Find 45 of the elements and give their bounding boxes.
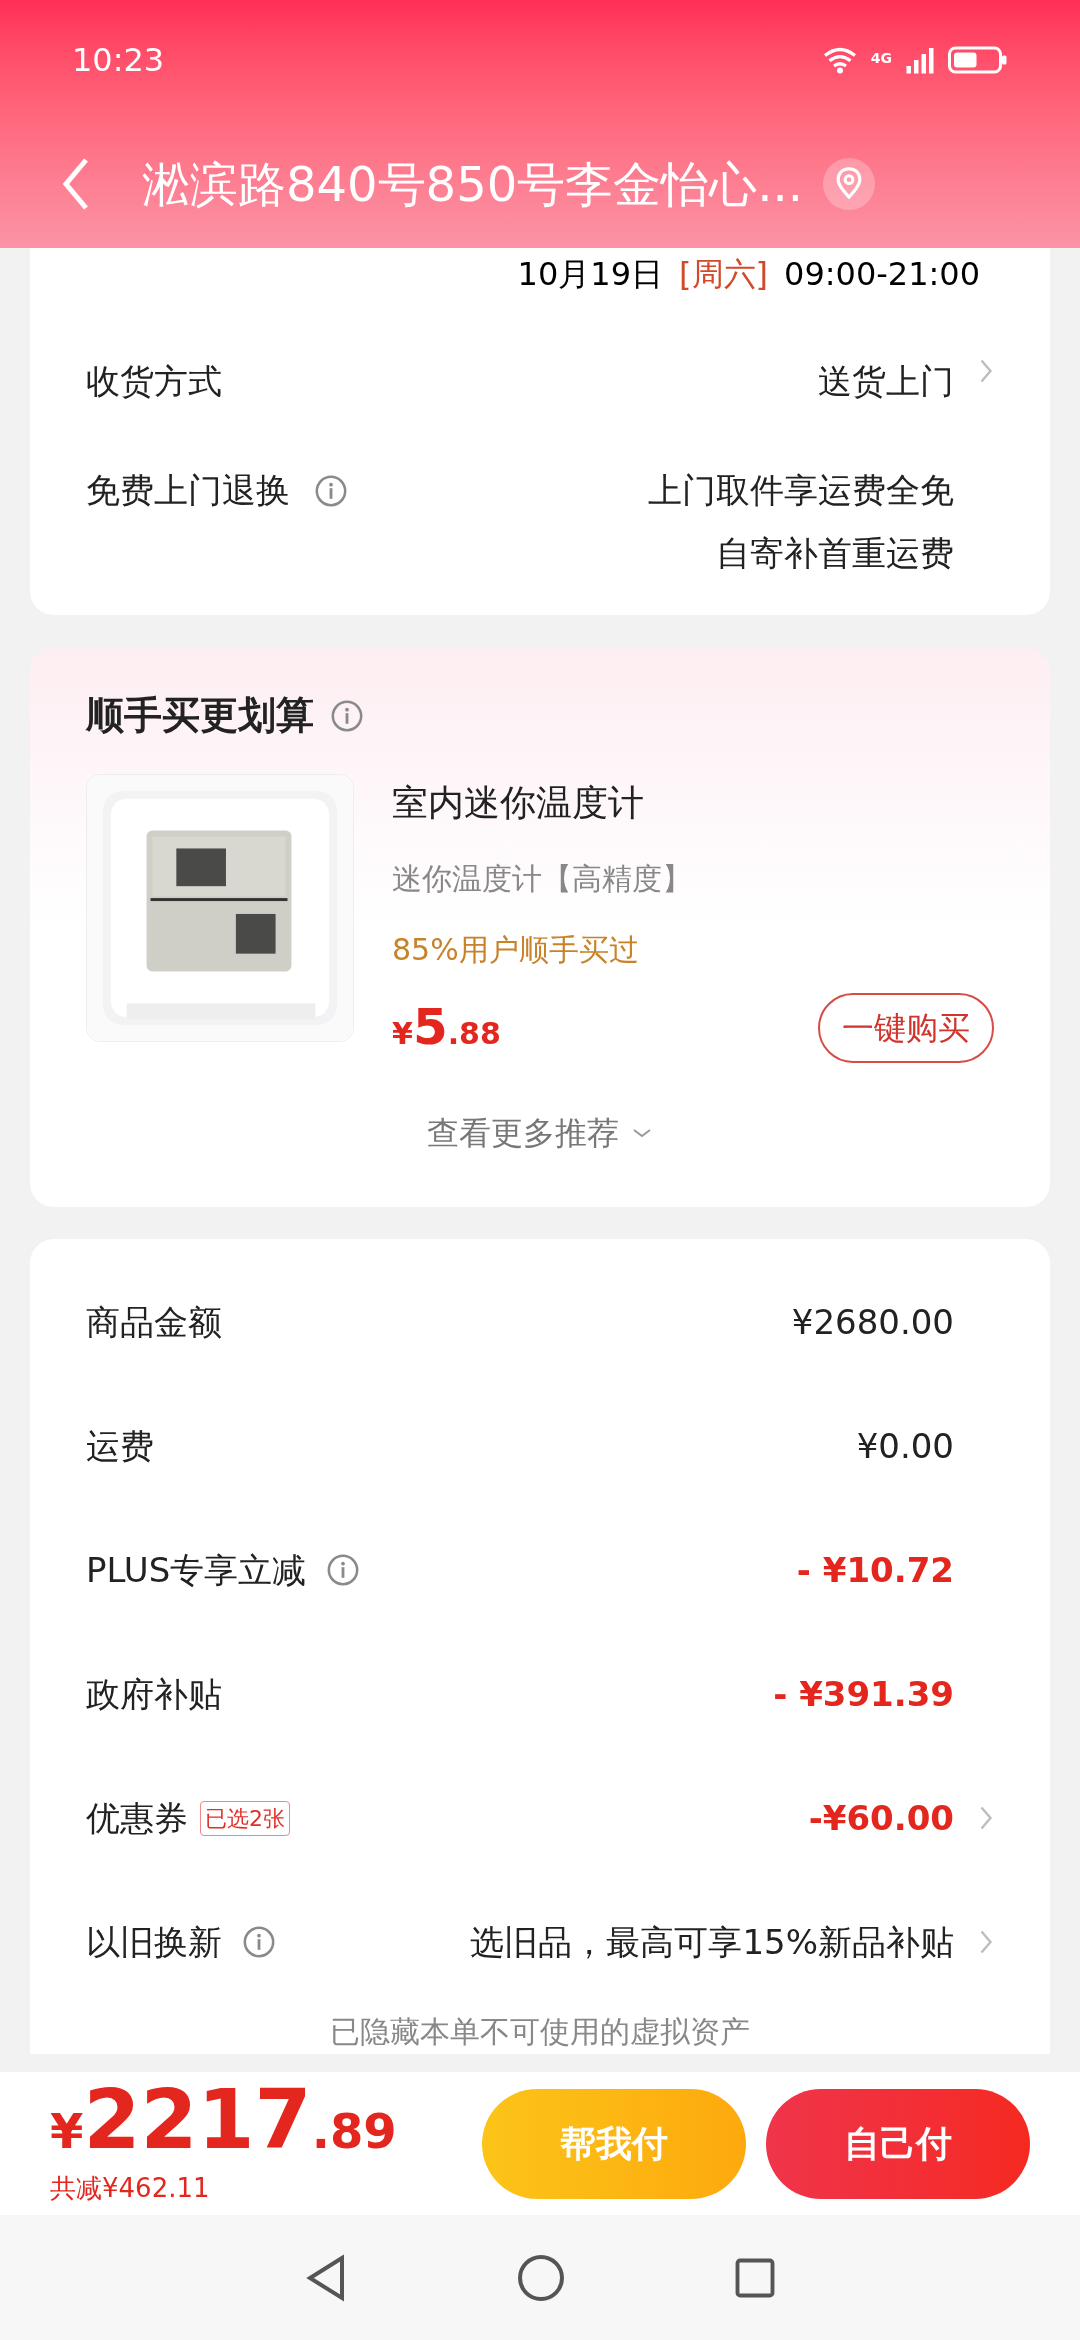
price-value: 选旧品，最高可享15%新品补贴: [470, 1920, 954, 1964]
product-name: 室内迷你温度计: [392, 781, 645, 825]
total-price: ¥2217.89: [50, 2079, 397, 2161]
price-label: PLUS专享立减: [86, 1548, 307, 1592]
delivery-time: 09:00-21:00: [784, 254, 980, 295]
price-label: 运费: [86, 1424, 154, 1468]
signal-icon: [904, 45, 936, 75]
info-icon[interactable]: [242, 1925, 276, 1959]
product-price: ¥5.88: [392, 997, 501, 1058]
info-icon[interactable]: [314, 473, 348, 508]
chevron-down-icon: [631, 1126, 653, 1140]
price-value: - ¥10.72: [796, 1548, 954, 1592]
more-recommendations-link[interactable]: 查看更多推荐: [427, 1109, 653, 1157]
row-label: 收货方式: [86, 360, 222, 403]
price-value: ¥2680.00: [791, 1300, 954, 1344]
battery-icon: [948, 44, 1008, 76]
price-label: 优惠券: [86, 1796, 188, 1840]
row-value: 上门取件享运费全免: [648, 469, 954, 512]
price-value: ¥0.00: [856, 1424, 954, 1468]
home-nav-icon[interactable]: [517, 2253, 565, 2302]
row-value: 自寄补首重运费: [716, 532, 954, 575]
status-time: 10:23: [72, 40, 165, 81]
coupon-badge: 已选2张: [200, 1800, 290, 1836]
delivery-date: 10月19日: [517, 254, 664, 295]
address-title: 淞滨路840号850号李金怡心...: [142, 155, 803, 214]
self-pay-button[interactable]: 自己付: [766, 2088, 1030, 2199]
info-icon[interactable]: [330, 698, 364, 733]
price-label: 政府补贴: [86, 1672, 222, 1716]
social-proof: 85%用户顺手买过: [392, 931, 640, 969]
row-label: 免费上门退换: [86, 469, 290, 512]
price-label: 商品金额: [86, 1300, 222, 1344]
section-title: 顺手买更划算: [86, 692, 314, 739]
delivery-weekday: [周六]: [679, 254, 768, 295]
hidden-assets-note[interactable]: 已隐藏本单不可使用的虚拟资产: [330, 2009, 750, 2054]
info-icon[interactable]: [326, 1553, 361, 1587]
price-value: -¥60.00: [808, 1796, 954, 1840]
quick-buy-button[interactable]: 一键购买: [818, 992, 994, 1063]
recents-nav-icon[interactable]: [733, 2256, 776, 2299]
row-value: 送货上门: [818, 360, 954, 403]
location-pin-icon[interactable]: [823, 158, 875, 210]
total-saved: 共减¥462.11: [50, 2172, 211, 2205]
price-label: 以旧换新: [86, 1920, 222, 1964]
product-spec: 迷你温度计【高精度】: [392, 860, 693, 898]
network-label: 4G: [870, 49, 892, 68]
price-value: - ¥391.39: [773, 1672, 954, 1716]
